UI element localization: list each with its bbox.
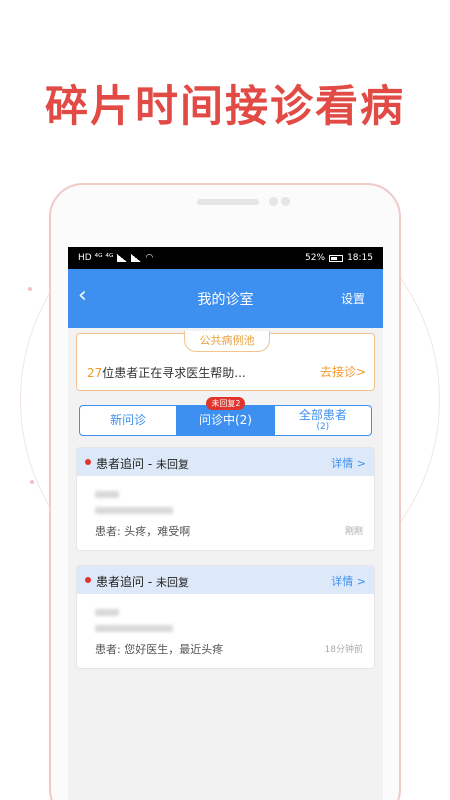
page-title: 我的诊室 (197, 292, 254, 308)
network-icons: HD ⁴ᴳ ⁴ᴳ (78, 253, 114, 263)
blurred-name (95, 491, 119, 498)
tab-count: (2) (316, 422, 330, 432)
message-time: 刚刚 (344, 527, 363, 537)
tab-in-consult[interactable]: 未回复2 问诊中(2) (176, 397, 274, 435)
patient-message: 患者: 您好医生，最近头疼 (95, 643, 224, 656)
unread-dot (85, 459, 91, 465)
status-bar: HD ⁴ᴳ ⁴ᴳ ◠ 52% 18:15 (68, 247, 383, 269)
card-status: 未回复 (155, 576, 189, 589)
battery-icon (329, 254, 344, 262)
consult-tabs: 新问诊 未回复2 问诊中(2) 全部患者 (2) (79, 397, 372, 436)
phone-speaker (197, 199, 259, 205)
decor-dot (30, 480, 34, 484)
tab-label: 问诊中(2) (198, 413, 252, 427)
patient-message: 患者: 头疼，难受啊 (95, 525, 191, 538)
phone-sensor (281, 197, 290, 206)
tab-label: 全部患者 (298, 408, 347, 422)
unreplied-badge: 未回复2 (206, 397, 246, 410)
status-right: 52% 18:15 (305, 253, 373, 263)
card-title: 患者追问 - 未回复 (96, 573, 189, 590)
status-left: HD ⁴ᴳ ⁴ᴳ ◠ (78, 253, 153, 263)
pool-text: 位患者正在寻求医生帮助... (102, 366, 246, 380)
pool-count: 27 (87, 366, 103, 380)
patient-card[interactable]: 患者追问 - 未回复 详情 > 患者: 您好医生，最近头疼 18分钟前 (76, 565, 375, 669)
blurred-phone (95, 507, 173, 514)
card-title: 患者追问 - 未回复 (96, 455, 189, 472)
status-time: 18:15 (347, 253, 373, 263)
signal-icon (117, 254, 128, 262)
message-time: 18分钟前 (324, 645, 363, 655)
tab-new-consult[interactable]: 新问诊 (80, 406, 176, 435)
unread-dot (85, 577, 91, 583)
card-status: 未回复 (155, 458, 189, 471)
phone-camera (269, 197, 278, 206)
tab-all-patients[interactable]: 全部患者 (2) (273, 406, 371, 435)
promo-headline: 碎片时间接诊看病 (45, 82, 405, 132)
details-link[interactable]: 详情 > (331, 455, 366, 471)
card-title-text: 患者追问 - (96, 457, 156, 471)
public-case-pool-card[interactable]: 公共病例池 27位患者正在寻求医生帮助... 去接诊> (76, 331, 375, 391)
blurred-name (95, 609, 119, 616)
pool-tag: 公共病例池 (184, 331, 270, 352)
details-link[interactable]: 详情 > (331, 573, 366, 589)
tab-label: 新问诊 (110, 413, 147, 427)
blurred-phone (95, 625, 173, 632)
app-screen: HD ⁴ᴳ ⁴ᴳ ◠ 52% 18:15 ‹ 我的诊室 设置 公共病例池 27位… (68, 247, 383, 800)
card-header: 患者追问 - 未回复 详情 > (77, 566, 374, 594)
settings-button[interactable]: 设置 (341, 290, 365, 307)
card-title-text: 患者追问 - (96, 575, 156, 589)
signal-icon (131, 254, 142, 262)
decor-dot (28, 287, 32, 291)
wifi-icon: ◠ (145, 253, 154, 263)
patient-card[interactable]: 患者追问 - 未回复 详情 > 患者: 头疼，难受啊 刚刚 (76, 447, 375, 551)
pool-message: 27位患者正在寻求医生帮助... (87, 364, 246, 381)
battery-percent: 52% (305, 253, 326, 263)
go-consult-link[interactable]: 去接诊> (320, 363, 366, 380)
card-header: 患者追问 - 未回复 详情 > (77, 448, 374, 476)
nav-bar: ‹ 我的诊室 设置 (68, 269, 383, 328)
